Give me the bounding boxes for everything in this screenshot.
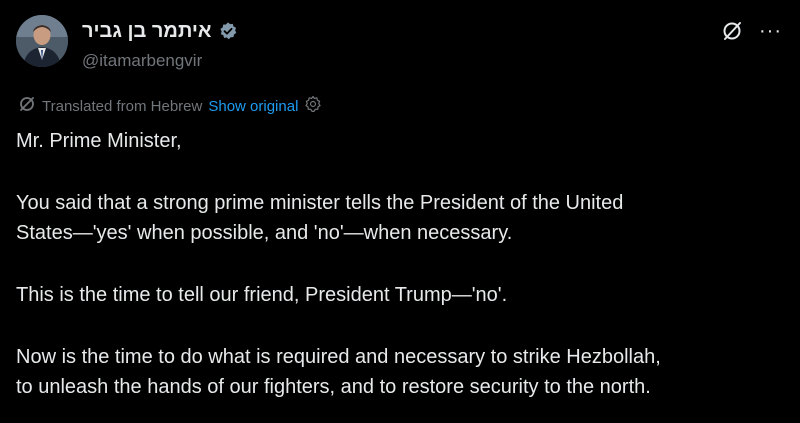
profile-photo bbox=[16, 15, 68, 67]
post-paragraph-1: You said that a strong prime minister te… bbox=[16, 192, 624, 244]
translated-from-label: Translated from Hebrew bbox=[42, 97, 203, 115]
post-paragraph-2: This is the time to tell our friend, Pre… bbox=[16, 284, 508, 306]
avatar[interactable] bbox=[16, 15, 68, 67]
grok-slashed-circle-icon[interactable] bbox=[721, 20, 743, 42]
show-original-link[interactable]: Show original bbox=[208, 98, 298, 115]
post-paragraph-3: Now is the time to do what is required a… bbox=[16, 346, 661, 398]
more-options-icon[interactable]: ··· bbox=[759, 21, 782, 41]
handle[interactable]: @itamarbengvir bbox=[82, 50, 202, 72]
post: איתמר בן גביר @itamarbengvir ··· Transla… bbox=[0, 0, 800, 423]
verified-badge-icon bbox=[218, 21, 238, 41]
display-name[interactable]: איתמר בן גביר bbox=[82, 18, 212, 44]
post-greeting: Mr. Prime Minister, bbox=[16, 130, 182, 152]
gear-icon[interactable] bbox=[304, 95, 322, 117]
translate-icon bbox=[18, 95, 36, 117]
author-name-row: איתמר בן גביר bbox=[82, 18, 238, 44]
post-text: Mr. Prime Minister, You said that a stro… bbox=[16, 126, 791, 402]
translation-bar: Translated from Hebrew Show original bbox=[18, 95, 322, 117]
header-actions: ··· bbox=[721, 20, 782, 42]
